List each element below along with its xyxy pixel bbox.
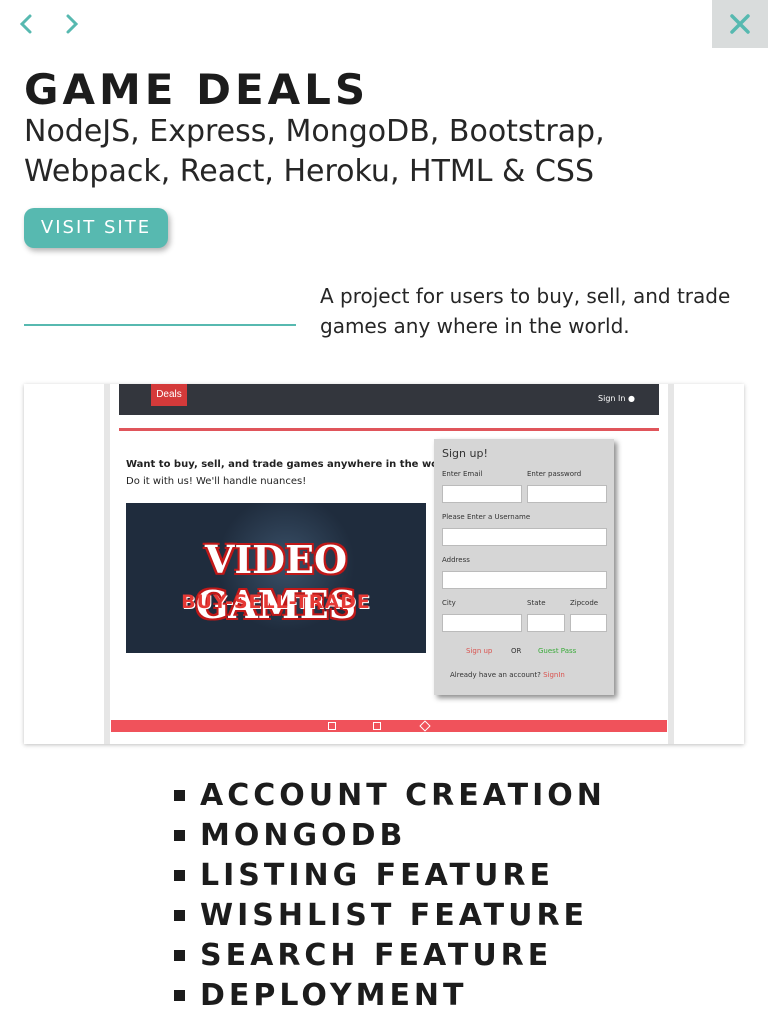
form-title: Sign up! [442, 447, 488, 460]
password-field [527, 485, 607, 503]
chevron-left-icon [19, 14, 32, 34]
screenshot-border [668, 384, 674, 744]
screenshot-border [104, 384, 110, 744]
divider [24, 324, 296, 326]
mini-logo: Deals [151, 384, 187, 406]
signup-form: Sign up! Enter Email Enter password Plea… [434, 439, 614, 695]
project-title: Game Deals [24, 65, 370, 114]
list-item: MongoDB [172, 816, 606, 856]
address-field [442, 571, 607, 589]
feature-label: Account Creation [200, 778, 606, 813]
already-account: Already have an account? SignIn [450, 671, 565, 679]
mini-subline: Do it with us! We'll handle nuances! [126, 476, 307, 487]
mini-footer [111, 720, 667, 732]
password-label: Enter password [527, 470, 582, 478]
email-field [442, 485, 522, 503]
feature-label: MongoDB [200, 818, 407, 853]
mini-logo-text: Deals [156, 389, 182, 400]
list-item: Search Feature [172, 936, 606, 976]
zip-field [570, 614, 607, 632]
close-button[interactable] [712, 0, 768, 48]
bullet-icon [174, 790, 185, 801]
banner-title: VIDEO GAMES [195, 537, 357, 627]
user-icon: ● [628, 394, 635, 403]
mini-headline: Want to buy, sell, and trade games anywh… [126, 459, 460, 470]
state-label: State [527, 599, 546, 607]
visit-site-button[interactable]: VISIT SITE [24, 208, 168, 248]
signin-link: SignIn [543, 671, 565, 679]
codepen-icon [419, 720, 431, 732]
mini-signin: Sign In ● [598, 394, 635, 403]
list-item: Deployment [172, 976, 606, 1016]
already-account-label: Already have an account? [450, 671, 541, 679]
username-label: Please Enter a Username [442, 513, 531, 521]
city-field [442, 614, 522, 632]
resume-icon [373, 722, 381, 730]
list-item: Account Creation [172, 776, 606, 816]
email-label: Enter Email [442, 470, 483, 478]
bullet-icon [174, 870, 185, 881]
bullet-icon [174, 830, 185, 841]
feature-label: Wishlist Feature [200, 898, 589, 933]
bullet-icon [174, 990, 185, 1001]
username-field [442, 528, 607, 546]
mini-navbar: Deals Sign In ● [119, 384, 659, 415]
project-description: A project for users to buy, sell, and tr… [320, 284, 731, 338]
bullet-icon [174, 950, 185, 961]
state-field [527, 614, 565, 632]
feature-label: Deployment [200, 978, 468, 1013]
signup-link: Sign up [466, 647, 493, 655]
mini-divider [119, 428, 659, 431]
close-icon [730, 14, 750, 34]
feature-list: Account Creation MongoDB Listing Feature… [172, 776, 606, 1016]
bullet-icon [174, 910, 185, 921]
or-label: OR [511, 647, 522, 655]
chevron-right-icon [66, 14, 79, 34]
city-label: City [442, 599, 456, 607]
guest-pass-link: Guest Pass [538, 647, 577, 655]
list-item: Wishlist Feature [172, 896, 606, 936]
feature-label: Search Feature [200, 938, 553, 973]
list-item: Listing Feature [172, 856, 606, 896]
next-project-button[interactable] [58, 10, 88, 38]
video-games-banner: VIDEO GAMES BUY-SELL-TRADE [126, 503, 426, 653]
project-screenshot: Deals Sign In ● Want to buy, sell, and t… [24, 384, 744, 744]
banner-subtitle: BUY-SELL-TRADE [181, 591, 371, 613]
tech-stack: NodeJS, Express, MongoDB, Bootstrap, Web… [24, 114, 605, 189]
linkedin-icon [328, 722, 336, 730]
zip-label: Zipcode [570, 599, 599, 607]
address-label: Address [442, 556, 470, 564]
previous-project-button[interactable] [12, 10, 42, 38]
mini-signin-label: Sign In [598, 394, 626, 403]
feature-label: Listing Feature [200, 858, 554, 893]
